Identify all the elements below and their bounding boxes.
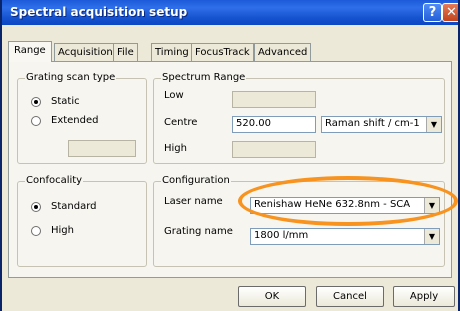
tab-range[interactable]: Range	[8, 41, 52, 62]
static-radio-dot[interactable]	[31, 97, 41, 107]
laser-name-select-value: Renishaw HeNe 632.8nm - SCA	[254, 199, 411, 210]
spectrum-range-group: Spectrum Range Low Centre 520.00 Raman s…	[153, 72, 445, 164]
chevron-down-icon[interactable]: ▼	[424, 198, 439, 213]
tab-advanced[interactable]: Advanced	[254, 43, 312, 61]
chevron-down-icon[interactable]: ▼	[424, 229, 439, 244]
units-select[interactable]: Raman shift / cm-1 ▼	[321, 116, 442, 133]
window-title: Spectral acquisition setup	[10, 5, 188, 19]
apply-button[interactable]: Apply	[393, 286, 455, 307]
static-radio-label: Static	[51, 96, 80, 107]
configuration-legend: Configuration	[161, 175, 231, 186]
close-button[interactable]: ✕	[442, 3, 458, 22]
centre-field[interactable]: 520.00	[232, 116, 316, 133]
laser-name-label: Laser name	[164, 196, 223, 207]
centre-label: Centre	[164, 117, 198, 128]
high-label: High	[164, 143, 187, 154]
grating-name-select[interactable]: 1800 l/mm ▼	[250, 228, 440, 245]
grating-scan-value-field[interactable]	[68, 140, 136, 157]
units-select-value: Raman shift / cm-1	[325, 118, 420, 129]
standard-radio-label: Standard	[51, 201, 97, 212]
low-label: Low	[164, 90, 184, 101]
high-radio-label: High	[51, 225, 74, 236]
high-radio-dot[interactable]	[31, 226, 41, 236]
spectrum-range-legend: Spectrum Range	[161, 72, 247, 83]
laser-name-select[interactable]: Renishaw HeNe 632.8nm - SCA ▼	[250, 197, 440, 214]
tab-acquisition[interactable]: Acquisition	[54, 43, 117, 61]
cancel-button[interactable]: Cancel	[316, 286, 384, 307]
confocality-legend: Confocality	[25, 175, 84, 186]
tab-focustrack[interactable]: FocusTrack	[191, 43, 254, 61]
grating-scan-legend: Grating scan type	[25, 72, 117, 83]
extended-radio-dot[interactable]	[31, 116, 41, 126]
high-field[interactable]	[232, 141, 316, 158]
ok-button[interactable]: OK	[238, 286, 306, 307]
grating-name-label: Grating name	[164, 226, 233, 237]
tab-timing[interactable]: Timing	[151, 43, 193, 61]
grating-scan-group: Grating scan type Static Extended	[17, 72, 147, 164]
extended-radio-label: Extended	[51, 115, 99, 126]
confocality-group: Confocality Standard High	[17, 175, 147, 267]
low-field[interactable]	[232, 91, 316, 108]
help-button[interactable]: ?	[423, 3, 442, 22]
tab-file[interactable]: File	[113, 43, 138, 61]
title-bar[interactable]: Spectral acquisition setup ? ✕	[2, 0, 458, 25]
dialog-window: Spectral acquisition setup ? ✕ Range Acq…	[0, 0, 460, 311]
standard-radio-dot[interactable]	[31, 202, 41, 212]
chevron-down-icon[interactable]: ▼	[426, 117, 441, 132]
grating-name-select-value: 1800 l/mm	[254, 230, 309, 241]
configuration-group: Configuration Laser name Renishaw HeNe 6…	[153, 175, 445, 267]
range-panel: Grating scan type Static Extended Spectr…	[8, 61, 452, 278]
